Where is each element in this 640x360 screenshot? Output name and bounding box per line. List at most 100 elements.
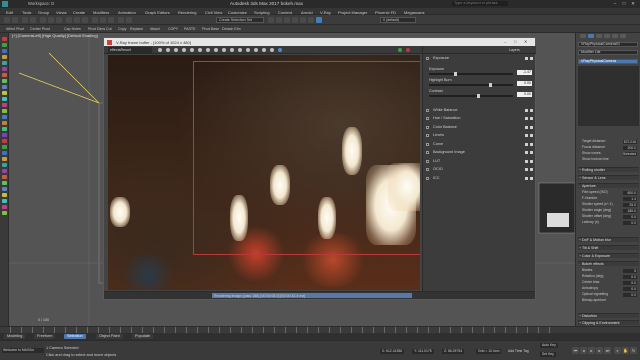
utilities-tab-icon[interactable] xyxy=(620,34,626,38)
lens-icon[interactable] xyxy=(270,48,274,52)
contrast-slider[interactable] xyxy=(429,94,513,98)
unlink-icon[interactable] xyxy=(30,17,36,23)
menu-group[interactable]: Group xyxy=(38,10,49,15)
add-time-tag[interactable]: Add Time Tag xyxy=(506,349,531,354)
pixel-info-icon[interactable] xyxy=(254,48,258,52)
tool-icon-27[interactable] xyxy=(2,193,7,197)
aperture-rollout[interactable]: - Aperture xyxy=(578,183,639,188)
go-to-end-icon[interactable]: ⏭ xyxy=(604,347,611,354)
layer-white-balance[interactable]: White Balance xyxy=(426,107,534,113)
previous-frame-icon[interactable]: ◂ xyxy=(580,347,587,354)
zoom-icon[interactable]: ⌕ xyxy=(614,347,621,354)
display-tab-icon[interactable] xyxy=(612,34,618,38)
mirror-icon[interactable] xyxy=(118,17,124,23)
ipr-icon[interactable] xyxy=(262,48,266,52)
modify-tab-icon[interactable] xyxy=(588,34,594,38)
create-tab-icon[interactable] xyxy=(580,34,586,38)
show-horizon-checkbox[interactable]: Show horizon line xyxy=(582,157,638,162)
highlight-burn-value[interactable]: 0.00 xyxy=(517,81,532,86)
angle-snap-icon[interactable] xyxy=(100,17,106,23)
menu-civil-view[interactable]: Civil View xyxy=(205,10,222,15)
auto-key-button[interactable]: Auto Key xyxy=(540,343,558,348)
rolling-shutter-rollout[interactable]: +Rolling shutter xyxy=(578,167,639,172)
sensor-lens-rollout[interactable]: +Sensor & Lens xyxy=(578,175,639,180)
menu-views[interactable]: Views xyxy=(56,10,67,15)
tool-icon-15[interactable] xyxy=(2,121,7,125)
paste-button[interactable]: PASTE xyxy=(184,27,196,31)
tool-icon-28[interactable] xyxy=(2,199,7,203)
maxscript-listener[interactable]: Welcome to MAXScr xyxy=(2,348,44,353)
layer-icc[interactable]: ICC xyxy=(426,175,534,181)
dof-motion-blur-rollout[interactable]: +DoF & Motion blur xyxy=(578,237,639,242)
tool-icon-9[interactable] xyxy=(2,85,7,89)
render-icon[interactable] xyxy=(316,17,322,23)
tilt-shift-rollout[interactable]: +Tilt & Shift xyxy=(578,245,639,250)
bokeh-effects-rollout[interactable]: - Bokeh effects xyxy=(578,261,639,266)
layer-manager-icon[interactable] xyxy=(268,17,274,23)
cut-button[interactable]: Cut xyxy=(106,27,112,31)
tool-icon-8[interactable] xyxy=(2,79,7,83)
layer-background-image[interactable]: Background Image xyxy=(426,149,534,155)
alpha-channel-icon[interactable] xyxy=(222,48,226,52)
menu-scripting[interactable]: Scripting xyxy=(254,10,270,15)
tool-icon-20[interactable] xyxy=(2,151,7,155)
replace-button[interactable]: Replace xyxy=(130,27,143,31)
menu-tools[interactable]: Tools xyxy=(22,10,31,15)
tool-icon-17[interactable] xyxy=(2,133,7,137)
layer-hue-saturation[interactable]: Hue / Saturation xyxy=(426,115,534,121)
material-editor-icon[interactable] xyxy=(292,17,298,23)
render-stop-icon[interactable] xyxy=(406,48,410,52)
tool-icon-19[interactable] xyxy=(2,145,7,149)
coord-y-field[interactable]: Y: 111.0175 xyxy=(412,349,434,354)
tool-icon-21[interactable] xyxy=(2,157,7,161)
menu-project-manager[interactable]: Project Manager xyxy=(338,10,367,15)
redo-icon[interactable] xyxy=(12,17,18,23)
vfb-close-icon[interactable]: ✕ xyxy=(524,39,527,44)
layer-lut[interactable]: LUT xyxy=(426,158,534,164)
tool-icon-12[interactable] xyxy=(2,103,7,107)
render-start-icon[interactable] xyxy=(398,48,402,52)
menu-create[interactable]: Create xyxy=(73,10,85,15)
scene-explorer-icon[interactable] xyxy=(276,17,282,23)
layers-button[interactable]: Layers xyxy=(509,48,520,52)
selection-set-dropdown[interactable]: Create Selection Set xyxy=(216,17,264,23)
tool-icon-7[interactable] xyxy=(2,73,7,77)
motion-tab-icon[interactable] xyxy=(604,34,610,38)
exposure-value[interactable]: -1.47 xyxy=(517,70,532,75)
tab-populate[interactable]: Populate xyxy=(132,334,153,339)
blue-channel-icon[interactable] xyxy=(214,48,218,52)
minimize-icon[interactable]: – xyxy=(612,1,618,6)
scale-icon[interactable] xyxy=(82,17,88,23)
copy-caps-button[interactable]: COPY xyxy=(168,27,178,31)
copy-button[interactable]: Copy xyxy=(118,27,126,31)
menu-phoenix-fd[interactable]: Phoenix FD xyxy=(375,10,396,15)
history-icon[interactable] xyxy=(238,48,242,52)
snap-icon[interactable] xyxy=(92,17,98,23)
tab-selection[interactable]: Selection xyxy=(64,334,86,339)
contrast-value[interactable]: 0.00 xyxy=(517,92,532,97)
green-channel-icon[interactable] xyxy=(206,48,210,52)
tool-icon-5[interactable] xyxy=(2,61,7,65)
select-by-name-icon[interactable] xyxy=(48,17,54,23)
time-slider-frame[interactable]: 0 / 100 xyxy=(38,318,49,322)
render-region-box[interactable] xyxy=(193,61,420,255)
link-icon[interactable] xyxy=(22,17,28,23)
channel-dropdown[interactable]: effectsResult xyxy=(108,47,152,53)
go-to-start-icon[interactable]: ⏮ xyxy=(572,347,579,354)
tool-icon-10[interactable] xyxy=(2,91,7,95)
menu-rendering[interactable]: Rendering xyxy=(178,10,196,15)
rotate-icon[interactable] xyxy=(74,17,80,23)
menu-content[interactable]: Content xyxy=(278,10,292,15)
center-pivot-button[interactable]: Center Pivot xyxy=(30,27,50,31)
timeline[interactable] xyxy=(0,326,640,333)
compare-icon[interactable] xyxy=(246,48,250,52)
red-channel-icon[interactable] xyxy=(198,48,202,52)
tool-icon-25[interactable] xyxy=(2,181,7,185)
percent-snap-icon[interactable] xyxy=(108,17,114,23)
viewport-label[interactable]: [+] [CameraLeft] [High Quality] [Default… xyxy=(12,33,98,38)
distortion-rollout[interactable]: +Distortion xyxy=(578,313,639,318)
render-image[interactable] xyxy=(108,55,420,290)
pan-icon[interactable]: ✋ xyxy=(622,347,629,354)
tool-icon-1[interactable] xyxy=(2,37,7,41)
vfb-minimize-icon[interactable]: – xyxy=(504,39,506,44)
